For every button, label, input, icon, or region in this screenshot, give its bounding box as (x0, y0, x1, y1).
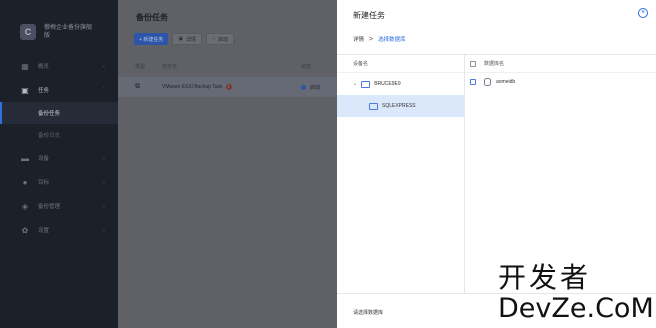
sidebar-item-label: 设置 (38, 228, 50, 234)
new-task-button[interactable]: + 新建任务 (134, 33, 169, 45)
details-icon: ▣ (178, 36, 184, 42)
column-header-task-name: 任务名 (162, 63, 178, 70)
brand-logo: C (20, 23, 36, 40)
instance-name: SQLEXPRESS (382, 103, 416, 109)
main-content: 备份任务 + 新建任务 ▣ 详情 ◔ 启动 类型 任务名 状态 ⧉ VMware… (118, 0, 337, 328)
sidebar-item-label: 目标 (38, 180, 50, 186)
clipboard-icon: ▣ (21, 85, 29, 95)
status-text: 启动 (310, 84, 321, 91)
database-column: 数据库名 aomeidb (465, 55, 656, 293)
sidebar-item-backup-management[interactable]: ◈ 备份管理 ⌄ (0, 194, 118, 218)
database-column-header: 数据库名 (465, 55, 656, 73)
chevron-down-icon: ⌄ (101, 155, 106, 161)
start-button[interactable]: ◔ 启动 (206, 33, 235, 45)
gear-icon: ✿ (21, 225, 29, 235)
database-instance-icon (369, 102, 378, 110)
status-icon (301, 84, 306, 90)
column-header-type: 类型 (135, 63, 146, 70)
table-header: 类型 任务名 状态 (118, 58, 337, 74)
watermark-line-2: DevZe.CoM (498, 293, 654, 324)
monitor-icon: ▬ (21, 153, 29, 163)
start-icon: ◔ (212, 36, 216, 42)
sidebar-item-label: 任务 (38, 88, 50, 94)
sidebar: C 傲梅企业备份旗舰版 ▦ 概览 ⌄ ▣ 任务 ⌃ 备份任务 备份日志 ▬ 设备… (0, 0, 118, 328)
sidebar-item-overview[interactable]: ▦ 概览 ⌄ (0, 54, 118, 78)
breadcrumb: 详情 > 选择数据库 (353, 35, 406, 44)
watermark-line-1: 开发者 (498, 261, 592, 294)
server-name: BRUCE9E9 (374, 81, 401, 87)
details-button-label: 详情 (186, 36, 197, 43)
server-icon (361, 80, 371, 88)
nav-menu: ▦ 概览 ⌄ ▣ 任务 ⌃ 备份任务 备份日志 ▬ 设备 ⌄ ● 目标 ⌄ ◈ … (0, 54, 118, 242)
crumb-step-select-database: 选择数据库 (378, 37, 406, 43)
toolbar: + 新建任务 ▣ 详情 ◔ 启动 (134, 33, 235, 45)
table-row[interactable]: ⧉ VMware ESXi Backup Task ! 启动 (118, 77, 337, 97)
sidebar-subitem-backup-logs[interactable]: 备份日志 (0, 124, 118, 146)
sidebar-item-label: 概览 (38, 64, 50, 70)
sidebar-item-label: 备份管理 (38, 204, 61, 210)
chevron-up-icon: ⌃ (101, 87, 106, 93)
selection-hint: 请选择数据库 (353, 310, 384, 316)
warning-icon: ! (225, 84, 232, 90)
brand-logo-letter: C (24, 26, 32, 37)
database-column-label: 数据库名 (484, 61, 505, 67)
layers-icon: ◈ (21, 201, 29, 211)
watermark: 开发者 DevZe.CoM (498, 262, 654, 324)
drawer-title: 新建任务 (353, 11, 385, 20)
sidebar-item-settings[interactable]: ✿ 设置 ⌄ (0, 218, 118, 242)
location-icon: ● (22, 177, 28, 187)
select-all-checkbox[interactable] (470, 60, 476, 67)
sidebar-item-targets[interactable]: ● 目标 ⌄ (0, 170, 118, 194)
sidebar-subitem-backup-tasks[interactable]: 备份任务 (0, 102, 118, 124)
sidebar-item-tasks[interactable]: ▣ 任务 ⌃ (0, 78, 118, 102)
chevron-down-icon: ⌄ (101, 63, 106, 69)
close-icon[interactable]: × (638, 8, 648, 18)
column-header-status: 状态 (301, 63, 312, 70)
selection-panel: 设备名 ⌄ BRUCE9E9 SQLEXPRESS 数据库名 aomeidb (337, 54, 656, 294)
page-title: 备份任务 (136, 13, 168, 22)
chevron-down-icon: ⌄ (101, 227, 106, 233)
tree-node-instance[interactable]: SQLEXPRESS (337, 95, 464, 117)
database-name: aomeidb (496, 79, 516, 85)
task-name: VMware ESXi Backup Task (162, 84, 223, 90)
tree-node-server[interactable]: ⌄ BRUCE9E9 (337, 73, 464, 95)
grid-icon: ▦ (21, 61, 29, 71)
sidebar-item-devices[interactable]: ▬ 设备 ⌄ (0, 146, 118, 170)
chevron-down-icon: ⌄ (101, 179, 106, 185)
device-column-header: 设备名 (337, 55, 464, 73)
database-checkbox[interactable] (470, 79, 476, 85)
device-column: 设备名 ⌄ BRUCE9E9 SQLEXPRESS (337, 55, 465, 293)
chevron-down-icon[interactable]: ⌄ (353, 81, 357, 87)
crumb-step-details[interactable]: 详情 (353, 35, 364, 43)
database-icon (484, 78, 491, 86)
brand: C 傲梅企业备份旗舰版 (0, 0, 118, 48)
start-button-label: 启动 (218, 36, 229, 43)
chevron-down-icon: ⌄ (101, 203, 106, 209)
sidebar-item-label: 设备 (38, 156, 50, 162)
brand-name: 傲梅企业备份旗舰版 (44, 24, 93, 39)
details-button[interactable]: ▣ 详情 (172, 33, 203, 45)
chevron-right-icon: > (369, 35, 374, 43)
list-item[interactable]: aomeidb (465, 73, 656, 91)
vm-type-icon: ⧉ (135, 83, 140, 90)
